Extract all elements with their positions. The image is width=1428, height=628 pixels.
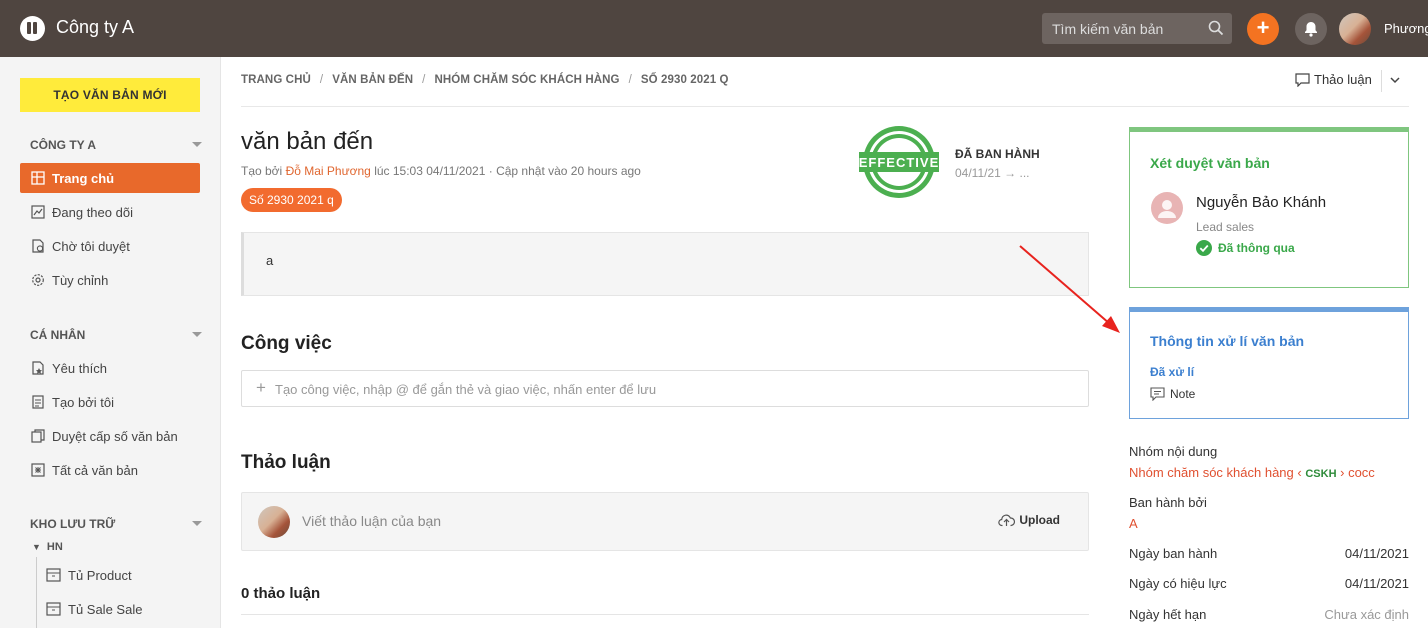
search-placeholder: Tìm kiếm văn bản	[1052, 21, 1164, 37]
breadcrumb-incoming[interactable]: VĂN BẢN ĐẾN	[332, 74, 413, 86]
task-placeholder: Tạo công việc, nhập @ để gắn thẻ và giao…	[275, 382, 657, 397]
expand-hn-icon[interactable]: ▼	[32, 542, 41, 552]
sidebar-item-number-approval[interactable]: Duyệt cấp số văn bản	[20, 421, 200, 451]
search-icon[interactable]	[1208, 20, 1224, 36]
approver-avatar	[1151, 192, 1183, 224]
annotation-arrow	[1019, 245, 1120, 333]
section-personal[interactable]: CÁ NHÂN	[30, 328, 85, 342]
sidebar-item-customize[interactable]: Tùy chỉnh	[20, 265, 200, 295]
notifications-button[interactable]	[1295, 13, 1327, 45]
tree-connector	[36, 557, 37, 628]
processing-title: Thông tin xử lí văn bản	[1150, 333, 1305, 349]
breadcrumb: TRANG CHỦ / VĂN BẢN ĐẾN / NHÓM CHĂM SÓC KHÁC…	[241, 74, 729, 86]
tasks-heading: Công việc	[241, 333, 332, 354]
divider	[241, 614, 1089, 615]
divider	[1381, 70, 1382, 92]
document-title: văn bản đến	[241, 128, 374, 155]
tree-group-hn[interactable]: ▼ HN	[32, 541, 63, 553]
content-group-label: Nhóm nội dung	[1129, 444, 1218, 459]
search-input[interactable]: Tìm kiếm văn bản	[1042, 13, 1232, 44]
effective-stamp: EFFECTIVE	[859, 126, 940, 198]
user-name[interactable]: Phương	[1384, 21, 1428, 36]
sidebar-item-favorites[interactable]: Yêu thích	[20, 353, 200, 383]
task-input[interactable]: + Tạo công việc, nhập @ để gắn thẻ và gi…	[241, 370, 1089, 407]
home-grid-icon	[31, 171, 45, 185]
approval-title: Xét duyệt văn bản	[1150, 155, 1270, 171]
sidebar-item-tracking[interactable]: Đang theo dõi	[20, 197, 200, 227]
all-docs-icon	[31, 463, 45, 477]
person-icon	[1158, 200, 1176, 218]
company-name[interactable]: Công ty A	[56, 17, 134, 38]
pending-approval-icon	[32, 239, 44, 253]
favorite-doc-icon	[32, 361, 44, 375]
issued-by-label: Ban hành bởi	[1129, 495, 1207, 510]
create-plus-button[interactable]: +	[1247, 13, 1279, 45]
comment-placeholder: Viết thảo luận của bạn	[302, 513, 442, 529]
document-number-badge: Số 2930 2021 q	[241, 188, 342, 212]
section-archive[interactable]: KHO LƯU TRỮ	[30, 517, 115, 531]
breadcrumb-group[interactable]: NHÓM CHĂM SÓC KHÁCH HÀNG	[434, 74, 619, 86]
cabinet-icon	[46, 568, 61, 582]
bell-icon	[1305, 22, 1317, 37]
commenter-avatar	[258, 506, 290, 538]
sidebar-item-created-by-me[interactable]: Tạo bởi tôi	[20, 387, 200, 417]
content-group-value[interactable]: Nhóm chăm sóc khách hàng ‹ CSKH › cocc	[1129, 465, 1375, 480]
discussion-button[interactable]: Thảo luận	[1295, 72, 1372, 88]
comment-icon	[1295, 73, 1310, 88]
breadcrumb-home[interactable]: TRANG CHỦ	[241, 74, 311, 86]
issued-by-value[interactable]: A	[1129, 516, 1138, 531]
check-circle-icon	[1196, 240, 1212, 256]
processing-note[interactable]: Note	[1150, 387, 1195, 402]
content-group-tag: CSKH	[1305, 468, 1337, 480]
processing-card: Thông tin xử lí văn bản Đã xử lí Note	[1129, 307, 1409, 419]
sidebar: TẠO VĂN BẢN MỚI CÔNG TY A Trang chủ Đang…	[0, 57, 221, 628]
sidebar-item-all-docs[interactable]: Tất cả văn bản	[20, 455, 200, 485]
section-company[interactable]: CÔNG TY A	[30, 138, 96, 152]
user-avatar[interactable]	[1339, 13, 1371, 45]
collapse-archive-icon[interactable]	[192, 521, 202, 526]
upload-button[interactable]: Upload	[998, 513, 1060, 527]
tracking-icon	[31, 205, 45, 219]
approver-name[interactable]: Nguyễn Bảo Khánh	[1196, 194, 1326, 211]
note-icon	[1150, 387, 1165, 402]
processing-status[interactable]: Đã xử lí	[1150, 365, 1194, 379]
collapse-personal-icon[interactable]	[192, 332, 202, 337]
chevron-down-icon[interactable]	[1390, 76, 1400, 84]
comment-input[interactable]: Viết thảo luận của bạn Upload	[241, 492, 1089, 551]
sidebar-item-home[interactable]: Trang chủ	[20, 163, 200, 193]
collapse-company-icon[interactable]	[192, 142, 202, 147]
cloud-upload-icon	[998, 514, 1016, 527]
approver-role: Lead sales	[1196, 220, 1255, 234]
created-by-me-icon	[32, 395, 44, 409]
document-content: a	[241, 232, 1089, 296]
approval-status: Đã thông qua	[1196, 240, 1295, 256]
settings-icon	[32, 274, 44, 286]
new-document-button[interactable]: TẠO VĂN BẢN MỚI	[20, 78, 200, 112]
author-link[interactable]: Đỗ Mai Phương	[286, 164, 371, 178]
discussion-heading: Thảo luận	[241, 452, 331, 473]
issue-status-date: 04/11/21 → ...	[955, 166, 1030, 180]
top-bar: Công ty A Tìm kiếm văn bản + Phương	[0, 0, 1428, 57]
approval-card: Xét duyệt văn bản Nguyễn Bảo Khánh Lead …	[1129, 127, 1409, 288]
sidebar-item-pending-approval[interactable]: Chờ tôi duyệt	[20, 231, 200, 261]
cabinet-icon	[46, 602, 61, 616]
breadcrumb-current: SỐ 2930 2021 Q	[640, 74, 729, 86]
number-approval-icon	[31, 429, 45, 443]
stamp-text: EFFECTIVE	[859, 155, 940, 170]
document-meta: Tạo bởi Đỗ Mai Phương lúc 15:03 04/11/20…	[241, 164, 641, 178]
header-divider	[241, 106, 1409, 107]
discussion-count: 0 thảo luận	[241, 585, 321, 602]
plus-icon: +	[256, 378, 266, 397]
company-logo-icon[interactable]	[20, 16, 45, 41]
issue-status: ĐÃ BAN HÀNH	[955, 147, 1040, 161]
